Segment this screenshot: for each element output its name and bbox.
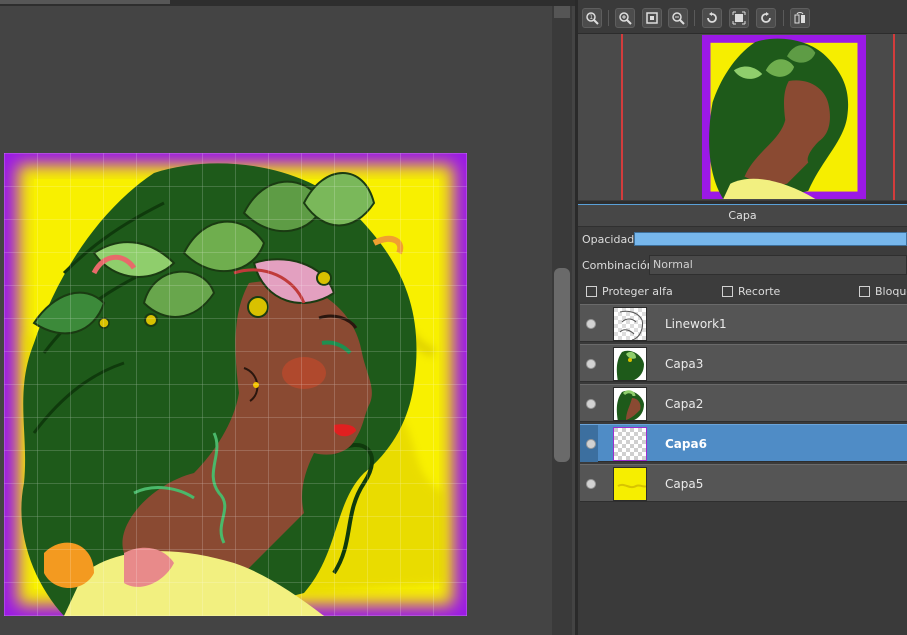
layer-list: Linework1 Capa3 Capa2 Capa6 Capa5 [578, 302, 907, 635]
toolbar-separator [783, 10, 784, 26]
viewport-edge-left [621, 34, 623, 200]
layer-name: Capa6 [665, 437, 707, 451]
layer-name: Capa5 [665, 477, 704, 491]
layer-thumbnail [613, 467, 647, 501]
navigator-toolbar: 1 [578, 0, 907, 34]
visibility-toggle-icon[interactable] [586, 399, 596, 409]
layer-row-capa6[interactable]: Capa6 [580, 424, 907, 462]
layer-name: Capa2 [665, 397, 704, 411]
toolbar-separator [608, 10, 609, 26]
layer-row-capa3[interactable]: Capa3 [580, 344, 907, 382]
fit-canvas-icon[interactable] [729, 8, 749, 28]
clipping-checkbox[interactable]: Recorte [722, 285, 780, 298]
layer-panel-title: Capa [578, 205, 907, 227]
fit-screen-icon[interactable] [642, 8, 662, 28]
layer-row-linework1[interactable]: Linework1 [580, 304, 907, 342]
checkbox-box[interactable] [586, 286, 597, 297]
artwork-canvas[interactable] [4, 153, 467, 616]
checkbox-box[interactable] [722, 286, 733, 297]
protect-alpha-checkbox[interactable]: Proteger alfa [586, 285, 673, 298]
layer-thumbnail [613, 387, 647, 421]
navigator-thumbnail [702, 35, 866, 199]
blend-mode-label: Combinación [582, 259, 654, 272]
rotate-right-icon[interactable] [756, 8, 776, 28]
visibility-toggle-icon[interactable] [586, 439, 596, 449]
viewport-edge-right [893, 34, 895, 200]
layer-name: Linework1 [665, 317, 727, 331]
right-panel: 1 Capa Opacidad Combinación Normal Prote… [578, 0, 907, 635]
rotate-left-icon[interactable] [702, 8, 722, 28]
visibility-toggle-icon[interactable] [586, 319, 596, 329]
layer-thumbnail [613, 427, 647, 461]
vertical-scrollbar[interactable] [552, 6, 572, 635]
layer-row-capa2[interactable]: Capa2 [580, 384, 907, 422]
toolbar-separator [694, 10, 695, 26]
checkbox-label: Bloque [875, 285, 907, 298]
layer-thumbnail [613, 307, 647, 341]
layer-name: Capa3 [665, 357, 704, 371]
blend-mode-select[interactable]: Normal [649, 255, 907, 275]
lock-checkbox[interactable]: Bloque [859, 285, 907, 298]
visibility-toggle-icon[interactable] [586, 479, 596, 489]
zoom-in-icon[interactable] [615, 8, 635, 28]
flip-icon[interactable] [790, 8, 810, 28]
layer-thumbnail [613, 347, 647, 381]
visibility-toggle-icon[interactable] [586, 359, 596, 369]
scroll-up-arrow[interactable] [554, 6, 570, 18]
opacity-slider[interactable] [634, 232, 907, 246]
svg-text:1: 1 [589, 14, 593, 21]
opacity-label: Opacidad [582, 233, 635, 246]
checkbox-label: Proteger alfa [602, 285, 673, 298]
checkbox-label: Recorte [738, 285, 781, 298]
zoom-out-icon[interactable] [668, 8, 688, 28]
layer-row-capa5[interactable]: Capa5 [580, 464, 907, 502]
zoom-actual-icon[interactable]: 1 [582, 8, 602, 28]
navigator-preview[interactable] [578, 34, 907, 200]
checkbox-box[interactable] [859, 286, 870, 297]
scrollbar-thumb[interactable] [554, 268, 570, 462]
document-tab[interactable] [0, 0, 170, 4]
